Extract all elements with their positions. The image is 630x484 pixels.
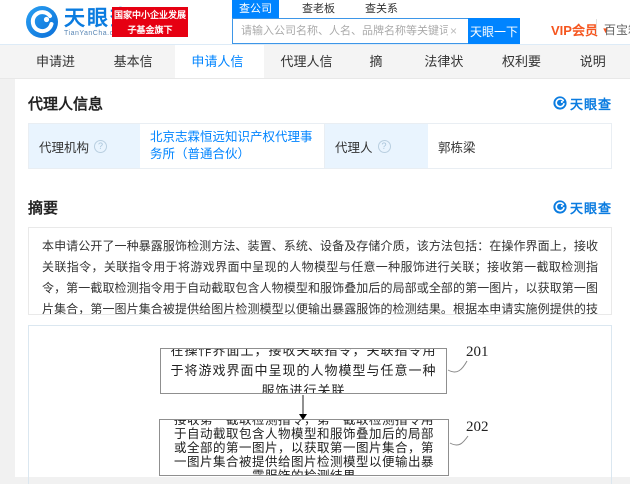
tab-claims[interactable]: 权利要求 xyxy=(486,45,564,102)
search-tabs: 查公司 查老板 查关系 xyxy=(232,0,520,18)
search-tab-relation[interactable]: 查关系 xyxy=(358,0,405,18)
gov-badge-line1: 国家中小企业发展子基金旗下 xyxy=(113,10,186,35)
agent-person-label: 代理人 xyxy=(335,140,373,155)
top-header: 天眼查 TianYanCha.com 国家中小企业发展子基金旗下 官方备案企业征… xyxy=(0,0,630,44)
tab-agent-info[interactable]: 代理人信息 xyxy=(264,45,353,102)
agent-person-name: 郭栋梁 xyxy=(438,140,476,155)
agent-person-value-cell: 郭栋梁 xyxy=(428,124,611,168)
search-tab-company[interactable]: 查公司 xyxy=(232,0,279,18)
agent-org-value-cell: 北京志霖恒远知识产权代理事务所（普通合伙） xyxy=(140,124,325,168)
agent-org-link[interactable]: 北京志霖恒远知识产权代理事务所（普通合伙） xyxy=(150,129,314,163)
help-icon[interactable]: ? xyxy=(377,139,391,153)
agent-person-label-cell: 代理人 ? xyxy=(325,124,428,168)
header-divider xyxy=(596,19,597,35)
search-clear-icon[interactable]: × xyxy=(450,24,457,38)
tianyancha-logo-icon xyxy=(26,6,58,38)
watermark-text: 天眼查 xyxy=(569,96,612,112)
patent-flowchart: 在操作界面上，接收关联指令，关联指令用于将游戏界面中呈现的人物模型与任意一种服饰… xyxy=(28,325,612,484)
abstract-section-title: 摘要 xyxy=(28,199,59,217)
tab-legal-status[interactable]: 法律状态 xyxy=(408,45,486,102)
abstract-text: 本申请公开了一种暴露服饰检测方法、装置、系统、设备及存储介质，该方法包括：在操作… xyxy=(28,227,612,315)
help-icon[interactable]: ? xyxy=(94,139,108,153)
gov-certification-badge: 国家中小企业发展子基金旗下 官方备案企业征信机构 xyxy=(112,7,188,44)
search-tab-boss[interactable]: 查老板 xyxy=(295,0,342,18)
watermark-agent: 天眼查 xyxy=(553,94,612,113)
tab-abstract[interactable]: 摘要 xyxy=(354,45,409,102)
treasure-box-link[interactable]: 百宝箱 xyxy=(604,21,630,38)
search-button[interactable]: 天眼一下 xyxy=(468,18,520,44)
search-area: 查公司 查老板 查关系 天眼一下 × xyxy=(232,0,520,44)
agent-org-label-cell: 代理机构 ? xyxy=(29,124,140,168)
content-card: 代理人信息 天眼查 代理机构 ? 北京志霖恒远知识产权代理事务所（普通合伙） 代… xyxy=(15,79,630,484)
watermark-abstract: 天眼查 xyxy=(553,198,612,217)
vip-label: VIP会员 xyxy=(551,23,598,38)
flowchart-connectors xyxy=(299,360,469,446)
vip-member-link[interactable]: VIP会员 ▼ xyxy=(551,20,610,39)
tab-application-progress[interactable]: 申请进展 xyxy=(20,45,98,102)
agent-org-label: 代理机构 xyxy=(39,140,90,155)
agent-info-table: 代理机构 ? 北京志霖恒远知识产权代理事务所（普通合伙） 代理人 ? 郭栋梁 xyxy=(28,123,612,169)
watermark-text: 天眼查 xyxy=(569,200,612,216)
tab-description[interactable]: 说明书 xyxy=(564,45,630,102)
patent-nav-tabbar: 申请进展 基本信息 申请人信息 代理人信息 摘要 法律状态 权利要求 说明书 xyxy=(0,44,630,102)
tianyancha-watermark-icon xyxy=(553,96,567,110)
agent-section-title: 代理人信息 xyxy=(28,95,104,113)
tab-basic-info[interactable]: 基本信息 xyxy=(98,45,176,102)
tianyancha-watermark-icon xyxy=(553,200,567,214)
tab-applicant-info[interactable]: 申请人信息 xyxy=(175,45,265,102)
search-input[interactable] xyxy=(232,18,468,44)
